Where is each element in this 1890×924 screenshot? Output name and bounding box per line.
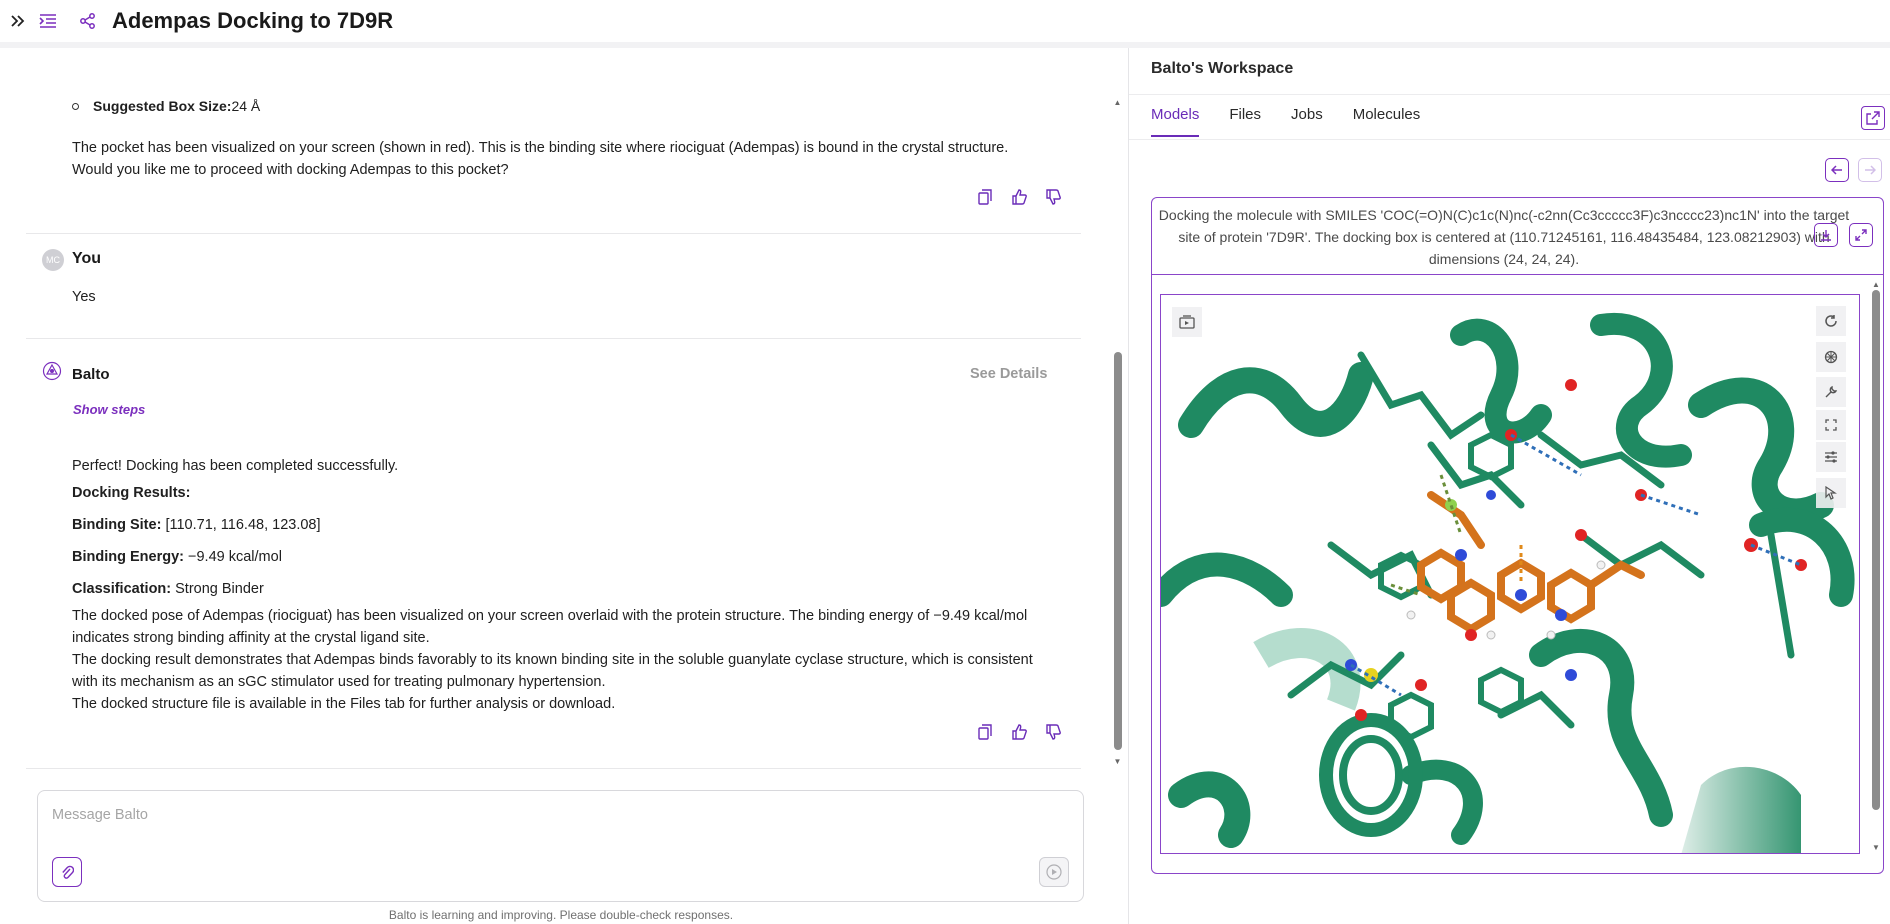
model-description: Docking the molecule with SMILES 'COC(=O…: [1158, 207, 1850, 267]
paperclip-icon: [62, 865, 74, 879]
outline-list-icon[interactable]: [36, 9, 60, 33]
workspace-scroll-up[interactable]: ▲: [1871, 280, 1881, 289]
see-details-button[interactable]: See Details: [970, 366, 1047, 382]
binding-energy-row: Binding Energy: −9.49 kcal/mol: [72, 546, 282, 568]
scroll-up-arrow[interactable]: ▲: [1113, 98, 1122, 107]
summary-line: indicates strong binding affinity at the…: [72, 630, 430, 646]
expand-button[interactable]: [1849, 223, 1873, 247]
binding-site-value: [110.71, 116.48, 123.08]: [161, 517, 321, 533]
binding-energy-label: Binding Energy:: [72, 549, 184, 565]
binding-site-row: Binding Site: [110.71, 116.48, 123.08]: [72, 514, 321, 536]
avatar: MC: [42, 249, 64, 271]
message-actions: [975, 187, 1063, 207]
message-divider: [26, 768, 1081, 769]
external-link-icon: [1866, 111, 1880, 125]
assistant-intro: Perfect! Docking has been completed succ…: [72, 458, 399, 474]
fullscreen-icon: [1825, 419, 1837, 431]
atom-style-button[interactable]: [1816, 342, 1846, 372]
message-actions: [975, 722, 1063, 742]
message-divider: [26, 233, 1081, 234]
message-line: The pocket has been visualized on your s…: [72, 140, 1009, 156]
fullscreen-viewer-button[interactable]: [1816, 410, 1846, 440]
download-icon: [1821, 230, 1831, 241]
copy-icon[interactable]: [975, 722, 995, 742]
assistant-message-1: The pocket has been visualized on your s…: [72, 137, 1008, 181]
popout-button[interactable]: [1861, 106, 1885, 130]
download-button[interactable]: [1814, 223, 1838, 247]
summary-line: with its mechanism as an sGC stimulator …: [72, 674, 606, 690]
tab-molecules[interactable]: Molecules: [1353, 106, 1421, 137]
molecule-viewer[interactable]: [1160, 294, 1860, 854]
show-steps-link[interactable]: Show steps: [73, 402, 145, 417]
results-heading: Docking Results:: [72, 485, 191, 501]
tabs-divider: [1129, 139, 1890, 140]
workspace-divider: [1129, 94, 1890, 95]
classification-row: Classification: Strong Binder: [72, 578, 264, 600]
camera-icon: [1179, 315, 1195, 329]
top-bar: Adempas Docking to 7D9R: [0, 0, 1890, 42]
classification-label: Classification:: [72, 581, 172, 597]
assistant-summary: The docked pose of Adempas (riociguat) h…: [72, 605, 1033, 715]
bullet-item: Suggested Box Size: 24 Å: [72, 98, 260, 114]
tab-models[interactable]: Models: [1151, 106, 1200, 137]
workspace-scroll-down[interactable]: ▼: [1871, 843, 1881, 852]
atom-icon: [1824, 350, 1838, 364]
disclaimer-text: Balto is learning and improving. Please …: [388, 908, 734, 922]
settings-button[interactable]: [1816, 442, 1846, 472]
bullet-dot: [72, 102, 79, 110]
cursor-icon: [1825, 486, 1837, 500]
arrow-left-icon: [1831, 165, 1842, 175]
card-divider: [1152, 274, 1883, 275]
reset-view-button[interactable]: [1816, 306, 1846, 336]
select-mode-button[interactable]: [1816, 478, 1846, 508]
summary-line: The docking result demonstrates that Ade…: [72, 652, 1033, 668]
sliders-icon: [1825, 451, 1837, 463]
classification-value: Strong Binder: [171, 581, 264, 597]
workspace-tabs: Models Files Jobs Molecules: [1151, 106, 1420, 137]
next-model-button[interactable]: [1858, 158, 1882, 182]
thumbs-up-icon[interactable]: [1009, 187, 1029, 207]
bullet-value: 24 Å: [231, 98, 261, 114]
expand-icon: [1855, 229, 1867, 241]
user-name: You: [72, 250, 102, 267]
tools-button[interactable]: [1816, 377, 1846, 407]
send-icon: [1046, 864, 1062, 880]
balto-logo-icon: [42, 361, 62, 386]
message-composer[interactable]: Message Balto: [37, 790, 1084, 902]
attach-button[interactable]: [52, 857, 82, 887]
arrow-right-icon: [1865, 165, 1876, 175]
refresh-icon: [1825, 315, 1837, 327]
expand-sidebar-icon[interactable]: [6, 9, 30, 33]
binding-site-label: Binding Site:: [72, 517, 162, 533]
scroll-down-arrow[interactable]: ▼: [1113, 757, 1122, 766]
message-divider: [26, 338, 1081, 339]
binding-energy-value: −9.49 kcal/mol: [183, 549, 282, 565]
tab-jobs[interactable]: Jobs: [1291, 106, 1323, 137]
previous-model-button[interactable]: [1825, 158, 1849, 182]
share-icon[interactable]: [76, 9, 100, 33]
thumbs-down-icon[interactable]: [1043, 187, 1063, 207]
chat-scrollbar-thumb[interactable]: [1114, 352, 1122, 750]
send-button[interactable]: [1039, 857, 1069, 887]
workspace-title: Balto's Workspace: [1151, 60, 1294, 77]
protein-ligand-render: [1161, 312, 1855, 853]
bullet-label: Suggested Box Size:: [93, 98, 232, 114]
wrench-icon: [1825, 385, 1838, 398]
workspace-scrollbar-thumb[interactable]: [1872, 290, 1880, 810]
page-title: Adempas Docking to 7D9R: [112, 8, 394, 33]
message-input[interactable]: Message Balto: [52, 807, 148, 823]
snapshot-button[interactable]: [1172, 307, 1202, 337]
tab-files[interactable]: Files: [1229, 106, 1261, 137]
summary-line: The docked structure file is available i…: [72, 696, 616, 712]
thumbs-down-icon[interactable]: [1043, 722, 1063, 742]
summary-line: The docked pose of Adempas (riociguat) h…: [72, 608, 1028, 624]
copy-icon[interactable]: [975, 187, 995, 207]
assistant-name: Balto: [72, 366, 110, 383]
thumbs-up-icon[interactable]: [1009, 722, 1029, 742]
message-line: Would you like me to proceed with dockin…: [72, 162, 509, 178]
user-message: Yes: [72, 289, 96, 305]
